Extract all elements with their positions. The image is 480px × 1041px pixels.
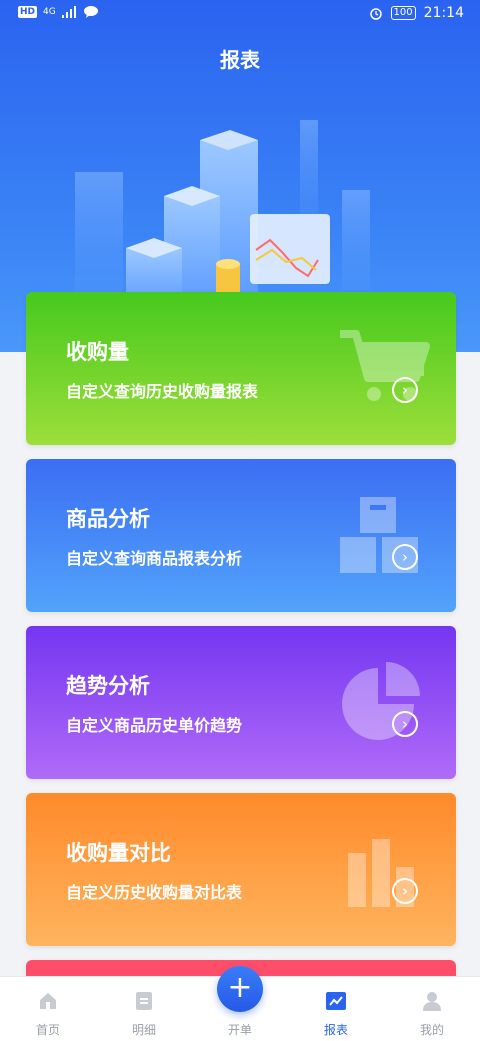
tab-label: 开单 (227, 1023, 252, 1037)
chevron-right-icon[interactable]: › (392, 878, 418, 904)
create-order-fab[interactable]: + (217, 966, 263, 1012)
chart-icon (326, 992, 346, 1010)
card-title: 趋势分析 (66, 674, 150, 698)
tab-reports[interactable]: 报表 (288, 977, 384, 1041)
home-icon (40, 993, 56, 1009)
chevron-right-icon[interactable]: › (392, 544, 418, 570)
card-purchase-volume[interactable]: 收购量 自定义查询历史收购量报表 › (26, 292, 456, 445)
user-icon (423, 992, 441, 1011)
card-subtitle: 自定义查询商品报表分析 (66, 549, 243, 568)
message-icon (83, 6, 98, 18)
card-subtitle: 自定义商品历史单价趋势 (66, 716, 243, 735)
card-title: 收购量 (66, 340, 129, 364)
alarm-icon (369, 8, 382, 20)
tab-details[interactable]: 明细 (96, 977, 192, 1041)
battery-indicator: 100 (390, 6, 416, 20)
card-trend-analysis[interactable]: 趋势分析 自定义商品历史单价趋势 › (26, 626, 456, 779)
tab-label: 我的 (419, 1023, 444, 1037)
chevron-right-icon[interactable]: › (392, 377, 418, 403)
chevron-right-icon[interactable]: › (392, 711, 418, 737)
document-icon (136, 992, 152, 1010)
signal-icon (61, 6, 76, 18)
tab-home[interactable]: 首页 (0, 977, 96, 1041)
tab-label: 明细 (131, 1023, 156, 1037)
report-illustration (75, 120, 370, 308)
card-product-analysis[interactable]: 商品分析 自定义查询商品报表分析 › (26, 459, 456, 612)
card-title: 商品分析 (66, 507, 150, 531)
hd-badge: HD (18, 6, 38, 18)
tab-label: 报表 (323, 1023, 348, 1037)
tab-profile[interactable]: 我的 (384, 977, 480, 1041)
card-subtitle: 自定义查询历史收购量报表 (66, 382, 259, 401)
network-badge: 4G (43, 7, 56, 17)
status-bar: HD 4G 100 21:14 (0, 0, 480, 28)
tab-label: 首页 (35, 1023, 60, 1037)
clock: 21:14 (423, 5, 464, 21)
card-volume-comparison[interactable]: 收购量对比 自定义历史收购量对比表 › (26, 793, 456, 946)
card-title: 收购量对比 (66, 841, 171, 865)
page-title: 报表 (220, 48, 260, 72)
card-subtitle: 自定义历史收购量对比表 (66, 883, 243, 902)
